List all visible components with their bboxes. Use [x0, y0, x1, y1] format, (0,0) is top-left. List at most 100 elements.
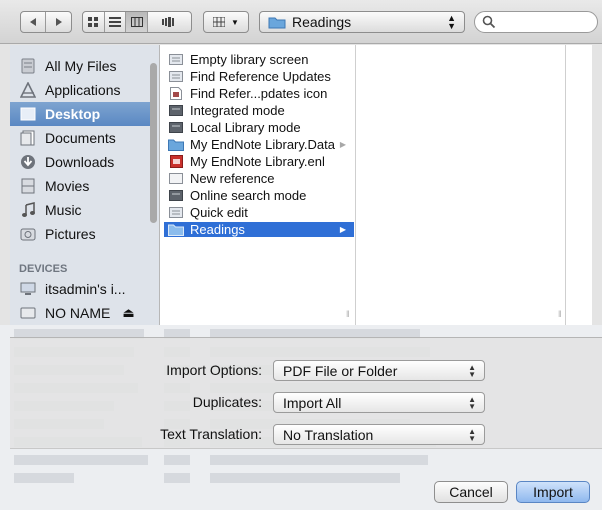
image-file-icon — [168, 189, 184, 202]
text-translation-label: Text Translation: — [160, 426, 262, 442]
file-name: Readings — [190, 222, 245, 237]
image-file-icon — [168, 206, 184, 219]
import-options-panel: Import Options: PDF File or Folder ▲ ▼ Du… — [10, 337, 602, 449]
drive-icon — [19, 304, 37, 322]
sidebar-item-label: Music — [45, 202, 82, 218]
sidebar-item-documents[interactable]: Documents — [10, 126, 150, 150]
computer-icon — [19, 280, 37, 298]
folder-icon — [268, 17, 286, 29]
disclosure-arrow-icon: ▶ — [339, 225, 346, 234]
file-name: My EndNote Library.Data — [190, 137, 335, 152]
sidebar-item-applications[interactable]: Applications — [10, 78, 150, 102]
duplicates-select[interactable]: Import All ▲ ▼ — [273, 392, 485, 413]
popup-arrows-icon: ▲ ▼ — [468, 395, 476, 411]
cancel-button[interactable]: Cancel — [434, 481, 508, 503]
pictures-icon — [19, 225, 37, 243]
file-name: Empty library screen — [190, 52, 309, 67]
sidebar-scrollbar[interactable] — [150, 63, 157, 223]
column-resize-handle[interactable]: ‖ — [558, 309, 562, 319]
file-name: Find Refer...pdates icon — [190, 86, 328, 101]
back-arrow-icon — [30, 18, 36, 26]
sidebar-item-desktop[interactable]: Desktop — [10, 102, 150, 126]
column-view-icon — [130, 17, 143, 27]
image-file-icon — [168, 121, 184, 134]
sidebar-item-label: Documents — [45, 130, 116, 146]
documents-icon — [19, 129, 37, 147]
sidebar-section-devices: DEVICES — [19, 263, 68, 275]
file-item[interactable]: New reference — [164, 171, 354, 186]
sidebar-item-label: Desktop — [45, 106, 101, 122]
list-view-button[interactable] — [105, 12, 127, 32]
sidebar-item-music[interactable]: Music — [10, 198, 150, 222]
sidebar-item-label: itsadmin's i... — [45, 281, 126, 297]
disclosure-arrow-icon: ▶ — [339, 140, 346, 149]
all-files-icon — [19, 57, 37, 75]
popup-arrows-icon: ▲ ▼ — [468, 427, 476, 443]
location-label: Readings — [292, 14, 352, 30]
file-column: Empty library screen Find Reference Upda… — [160, 45, 356, 325]
file-name: Quick edit — [190, 205, 248, 220]
file-item[interactable]: My EndNote Library.enl — [164, 154, 354, 169]
text-translation-select[interactable]: No Translation ▲ ▼ — [273, 424, 485, 445]
file-item[interactable]: Quick edit — [164, 205, 354, 220]
file-item[interactable]: Local Library mode — [164, 120, 354, 135]
sidebar-item-no-name[interactable]: NO NAME ⏏ — [10, 301, 150, 325]
document-file-icon — [168, 87, 184, 100]
arrange-grid-icon — [213, 17, 226, 27]
image-file-icon — [168, 104, 184, 117]
file-name: Online search mode — [190, 188, 307, 203]
file-item[interactable]: Empty library screen — [164, 52, 354, 67]
file-item[interactable]: Find Reference Updates — [164, 69, 354, 84]
sidebar-item-downloads[interactable]: Downloads — [10, 150, 150, 174]
coverflow-view-icon — [162, 17, 175, 27]
duplicates-label: Duplicates: — [192, 394, 262, 410]
forward-button[interactable] — [46, 12, 71, 32]
back-button[interactable] — [21, 12, 47, 32]
file-item[interactable]: Find Refer...pdates icon — [164, 86, 354, 101]
image-file-icon — [168, 172, 184, 185]
file-item-selected[interactable]: Readings ▶ — [164, 222, 354, 237]
file-item[interactable]: My EndNote Library.Data ▶ — [164, 137, 354, 152]
sidebar-item-all-my-files[interactable]: All My Files — [10, 54, 150, 78]
location-popup[interactable]: Readings ▲ ▼ — [259, 11, 465, 33]
sidebar-item-movies[interactable]: Movies — [10, 174, 150, 198]
duplicates-value: Import All — [283, 394, 342, 411]
column-view-button[interactable] — [126, 12, 148, 32]
downloads-icon — [19, 153, 37, 171]
applications-icon — [19, 81, 37, 99]
arrange-button[interactable]: ▼ — [203, 11, 249, 33]
empty-column — [566, 45, 592, 325]
eject-icon[interactable]: ⏏ — [122, 305, 134, 321]
sidebar-item-label: All My Files — [45, 58, 117, 74]
image-file-icon — [168, 53, 184, 66]
folder-contents-column: ‖ — [356, 45, 566, 325]
coverflow-view-button[interactable] — [148, 12, 191, 32]
file-name: New reference — [190, 171, 275, 186]
navigation-buttons — [20, 11, 72, 33]
sidebar-item-label: Movies — [45, 178, 90, 194]
music-icon — [19, 201, 37, 219]
file-name: Integrated mode — [190, 103, 285, 118]
file-name: Find Reference Updates — [190, 69, 331, 84]
sidebar-item-label: Applications — [45, 82, 121, 98]
import-options-select[interactable]: PDF File or Folder ▲ ▼ — [273, 360, 485, 381]
folder-icon — [168, 223, 184, 236]
file-item[interactable]: Integrated mode — [164, 103, 354, 118]
file-name: Local Library mode — [190, 120, 301, 135]
search-icon — [482, 15, 496, 29]
chevron-down-icon: ▼ — [231, 17, 239, 27]
sidebar-item-computer[interactable]: itsadmin's i... — [10, 277, 150, 301]
file-item[interactable]: Online search mode — [164, 188, 354, 203]
search-field[interactable] — [474, 11, 598, 33]
import-button[interactable]: Import — [516, 481, 590, 503]
movies-icon — [19, 177, 37, 195]
column-resize-handle[interactable]: ‖ — [346, 309, 350, 319]
import-options-label: Import Options: — [166, 362, 262, 378]
sidebar-item-pictures[interactable]: Pictures — [10, 222, 150, 246]
folder-icon — [168, 138, 184, 151]
view-mode-switcher — [82, 11, 192, 33]
icon-view-button[interactable] — [83, 12, 105, 32]
popup-arrows-icon: ▲ ▼ — [468, 363, 476, 379]
icon-view-icon — [88, 17, 99, 27]
list-view-icon — [108, 17, 121, 27]
